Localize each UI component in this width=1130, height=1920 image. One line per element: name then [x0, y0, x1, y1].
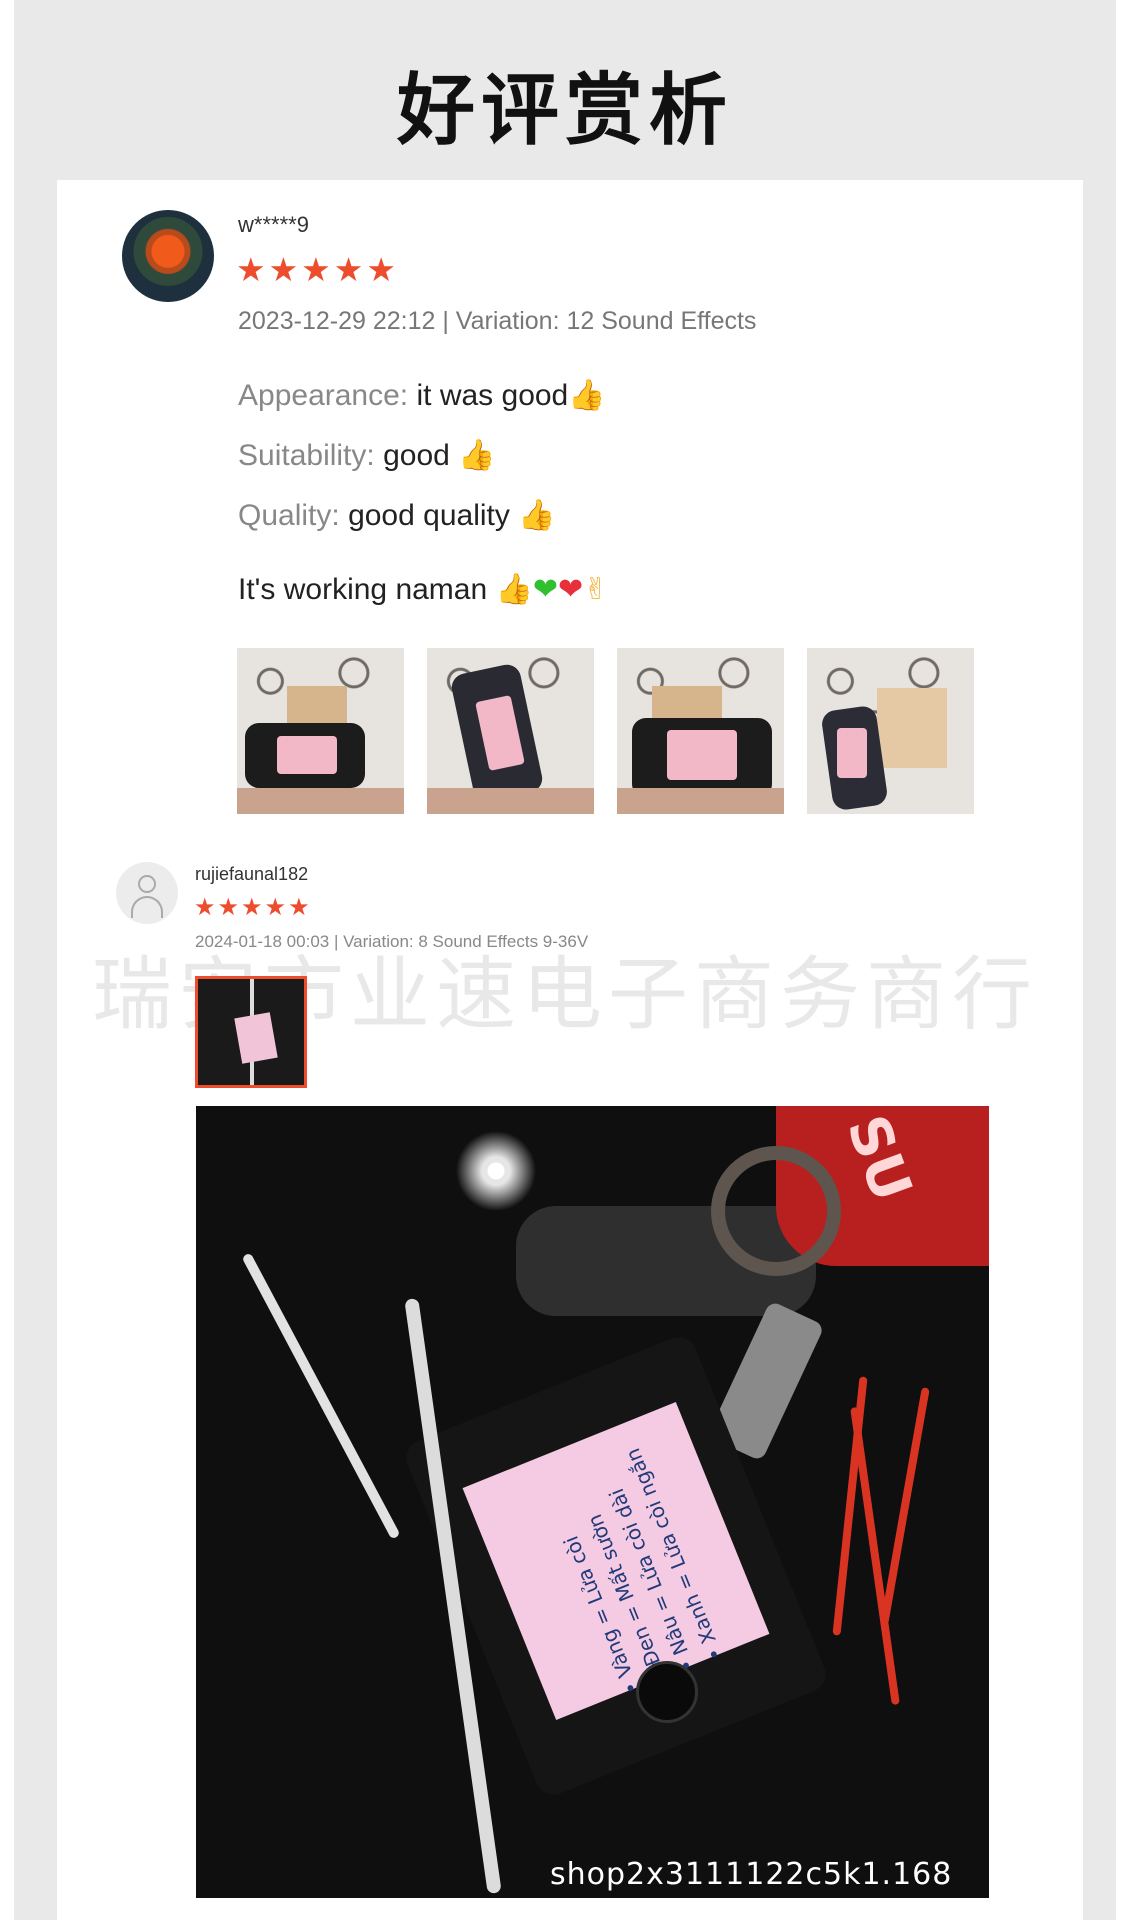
- page-title: 好评赏析: [396, 66, 733, 156]
- reviewer-username: w*****9: [238, 212, 309, 237]
- review-photo[interactable]: [237, 648, 404, 814]
- quality-value: good quality: [348, 499, 510, 532]
- thumbs-up-icon: 👍: [458, 438, 496, 473]
- quality-row: Quality: good quality 👍: [238, 498, 556, 533]
- appearance-row: Appearance: it was good👍: [238, 378, 606, 413]
- thumbs-up-icon: 👍: [568, 378, 606, 413]
- user-placeholder-icon[interactable]: [116, 862, 178, 924]
- review-comment: It's working naman 👍❤❤✌: [238, 572, 608, 607]
- rating-stars: ★★★★★: [194, 893, 312, 921]
- reviewer-username: rujiefaunal182: [195, 864, 309, 884]
- reviewer-avatar[interactable]: [122, 210, 214, 302]
- shop-url-watermark: shop2x3111122c5k1.168: [550, 1857, 953, 1892]
- review-photo[interactable]: [427, 648, 594, 814]
- appearance-label: Appearance:: [238, 379, 409, 412]
- review-photo[interactable]: [807, 648, 974, 814]
- fingers-crossed-icon: ✌: [583, 572, 609, 607]
- comment-text: It's working naman: [238, 573, 488, 606]
- thumbs-up-icon: 👍: [518, 498, 556, 533]
- quality-label: Quality:: [238, 499, 340, 532]
- shop-watermark: 瑞安市业速电子商务商行: [92, 948, 1038, 1041]
- thumbs-up-icon: 👍: [495, 572, 533, 607]
- green-heart-icon: ❤: [532, 572, 559, 607]
- red-heart-icon: ❤: [558, 572, 584, 607]
- suitability-label: Suitability:: [238, 439, 375, 472]
- suitability-value: good: [383, 439, 450, 472]
- selected-photo-thumbnail[interactable]: [195, 976, 307, 1088]
- appearance-value: it was good: [416, 379, 569, 412]
- rating-stars: ★★★★★: [236, 250, 399, 289]
- suitability-row: Suitability: good 👍: [238, 438, 496, 473]
- review-photo[interactable]: [617, 648, 784, 814]
- review-photo-large: SU • Vàng = Lửa còi • Đen = Mất sườn • N…: [196, 1106, 989, 1898]
- review-meta: 2023-12-29 22:12 | Variation: 12 Sound E…: [238, 307, 757, 335]
